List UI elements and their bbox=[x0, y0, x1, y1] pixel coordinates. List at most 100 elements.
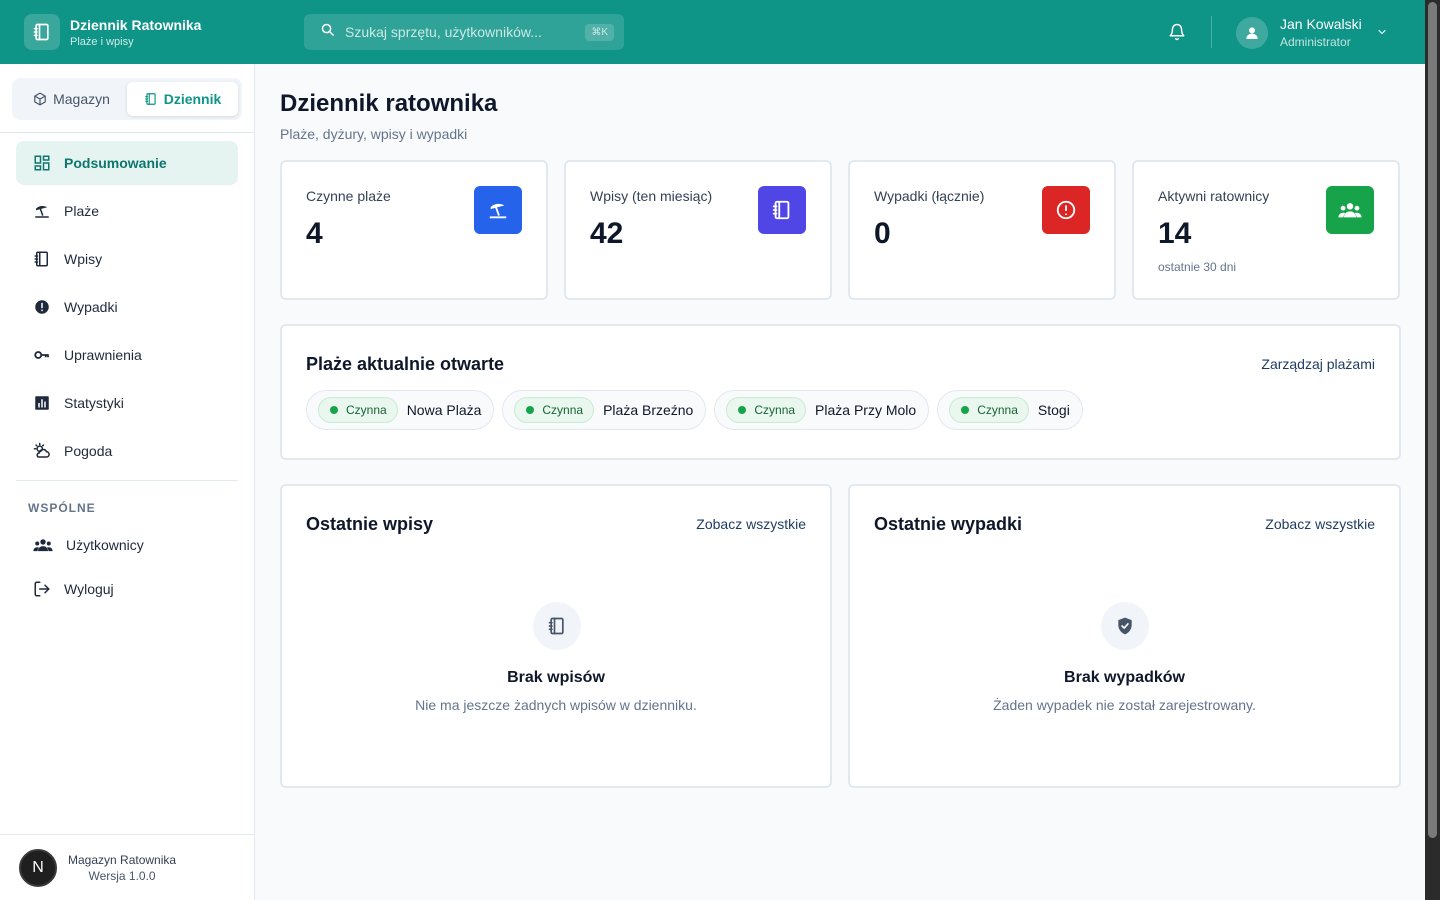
empty-text: Żaden wypadek nie został zarejestrowany. bbox=[993, 697, 1256, 713]
status-text: Czynna bbox=[542, 403, 584, 417]
app-subtitle: Plaże i wpisy bbox=[70, 35, 134, 48]
alert-circle-icon bbox=[35, 300, 49, 314]
user-menu[interactable]: Jan Kowalski Administrator bbox=[1236, 15, 1388, 50]
brand[interactable]: Dziennik Ratownika Plaże i wpisy bbox=[24, 14, 201, 50]
main-nav: Podsumowanie Plaże Wpisy Wypadki Uprawni… bbox=[16, 141, 238, 477]
see-all-entries-link[interactable]: Zobacz wszystkie bbox=[696, 516, 806, 532]
status-dot bbox=[738, 406, 747, 414]
search-icon bbox=[320, 22, 335, 42]
status-text: Czynna bbox=[977, 403, 1018, 417]
sidebar-item-podsumowanie[interactable]: Podsumowanie bbox=[16, 141, 238, 185]
sidebar-item-label: Wypadki bbox=[64, 299, 118, 315]
search-input[interactable] bbox=[345, 24, 586, 40]
status-badge: Czynna bbox=[726, 397, 807, 423]
stat-note: ostatnie 30 dni bbox=[1158, 260, 1237, 274]
beach-chip[interactable]: Czynna Plaża Brzeźno bbox=[502, 390, 707, 430]
stat-value: 0 bbox=[874, 217, 891, 250]
nav-divider bbox=[16, 480, 238, 481]
stat-card-beaches: Czynne plaże 4 bbox=[280, 160, 548, 300]
status-dot bbox=[526, 406, 535, 414]
sidebar-footer: N Magazyn Ratownika Wersja 1.0.0 bbox=[0, 834, 254, 900]
sidebar-item-label: Pogoda bbox=[64, 443, 113, 459]
notebook-icon bbox=[533, 602, 581, 650]
logout-icon bbox=[34, 581, 50, 597]
beach-name: Plaża Brzeźno bbox=[603, 402, 694, 418]
bar-chart-icon bbox=[35, 396, 49, 410]
beach-name: Plaża Przy Molo bbox=[815, 402, 917, 418]
users-icon bbox=[33, 539, 53, 552]
box-icon bbox=[34, 92, 46, 106]
sidebar-item-label: Wyloguj bbox=[64, 581, 114, 597]
status-text: Czynna bbox=[346, 403, 387, 417]
switch-dziennik-label: Dziennik bbox=[163, 91, 222, 107]
notebook-icon bbox=[24, 14, 60, 50]
beach-chip[interactable]: Czynna Stogi bbox=[937, 390, 1083, 430]
key-icon bbox=[34, 351, 49, 359]
sidebar-item-plaze[interactable]: Plaże bbox=[16, 189, 238, 233]
user-name: Jan Kowalski bbox=[1280, 16, 1362, 32]
bell-icon[interactable] bbox=[1166, 21, 1188, 43]
see-all-incidents-link[interactable]: Zobacz wszystkie bbox=[1265, 516, 1375, 532]
scrollbar-thumb[interactable] bbox=[1428, 2, 1437, 838]
stat-value: 42 bbox=[590, 217, 624, 250]
nav-section-label: WSPÓLNE bbox=[28, 501, 96, 515]
footer-version: Wersja 1.0.0 bbox=[88, 868, 156, 883]
empty-title: Brak wypadków bbox=[1064, 669, 1185, 686]
module-switcher: Magazyn Dziennik bbox=[12, 78, 242, 120]
status-dot bbox=[961, 406, 970, 414]
shared-nav: Użytkownicy Wyloguj bbox=[16, 523, 238, 611]
sidebar: Magazyn Dziennik Podsumowanie Plaże Wpis… bbox=[0, 64, 255, 900]
page-subtitle: Plaże, dyżury, wpisy i wypadki bbox=[280, 126, 468, 142]
beach-name: Stogi bbox=[1037, 402, 1070, 418]
beach-umbrella-icon bbox=[35, 205, 49, 218]
sidebar-divider bbox=[0, 132, 254, 133]
app-title: Dziennik Ratownika bbox=[70, 16, 202, 33]
user-role: Administrator bbox=[1280, 35, 1351, 49]
top-bar: Dziennik Ratownika Plaże i wpisy ⌘K Jan … bbox=[0, 0, 1425, 64]
weather-icon bbox=[33, 442, 50, 458]
empty-title: Brak wpisów bbox=[507, 669, 605, 686]
sidebar-item-label: Podsumowanie bbox=[64, 155, 167, 171]
header-divider bbox=[1211, 16, 1212, 48]
sidebar-item-statystyki[interactable]: Statystyki bbox=[16, 381, 238, 425]
stat-value: 14 bbox=[1158, 217, 1192, 250]
notebook-icon bbox=[34, 251, 48, 267]
sidebar-item-label: Plaże bbox=[64, 203, 100, 219]
sidebar-item-wpisy[interactable]: Wpisy bbox=[16, 237, 238, 281]
stat-card-lifeguards: Aktywni ratownicy 14 ostatnie 30 dni bbox=[1132, 160, 1400, 300]
switch-dziennik[interactable]: Dziennik bbox=[127, 82, 238, 116]
manage-beaches-link[interactable]: Zarządzaj plażami bbox=[1261, 356, 1375, 372]
search-shortcut: ⌘K bbox=[585, 23, 614, 41]
switch-magazyn-label: Magazyn bbox=[53, 91, 110, 107]
search-box[interactable]: ⌘K bbox=[304, 14, 624, 50]
sidebar-item-label: Użytkownicy bbox=[66, 537, 144, 553]
avatar bbox=[1236, 16, 1268, 49]
stat-label: Czynne plaże bbox=[306, 188, 391, 204]
status-badge: Czynna bbox=[514, 397, 595, 423]
sidebar-item-uprawnienia[interactable]: Uprawnienia bbox=[16, 333, 238, 377]
scrollbar[interactable] bbox=[1425, 0, 1440, 900]
sidebar-item-wypadki[interactable]: Wypadki bbox=[16, 285, 238, 329]
stat-label: Wpisy (ten miesiąc) bbox=[590, 188, 713, 204]
status-dot bbox=[330, 406, 338, 414]
sidebar-item-label: Statystyki bbox=[64, 395, 124, 411]
notebook-icon bbox=[144, 93, 156, 105]
recent-entries-card: Ostatnie wpisy Zobacz wszystkie Brak wpi… bbox=[280, 484, 832, 788]
chevron-down-icon[interactable] bbox=[1376, 25, 1388, 43]
stat-card-incidents: Wypadki (łącznie) 0 bbox=[848, 160, 1116, 300]
card-title: Plaże aktualnie otwarte bbox=[306, 354, 505, 374]
users-icon bbox=[1326, 186, 1374, 234]
status-text: Czynna bbox=[754, 403, 796, 417]
sidebar-item-pogoda[interactable]: Pogoda bbox=[16, 429, 238, 473]
card-title: Ostatnie wypadki bbox=[874, 514, 1023, 534]
alert-circle-icon bbox=[1042, 186, 1090, 234]
beach-chip[interactable]: Czynna Nowa Plaża bbox=[306, 390, 495, 430]
recent-incidents-card: Ostatnie wypadki Zobacz wszystkie Brak w… bbox=[848, 484, 1401, 788]
beach-umbrella-icon bbox=[474, 186, 522, 234]
sidebar-item-uzytkownicy[interactable]: Użytkownicy bbox=[16, 523, 238, 567]
status-badge: Czynna bbox=[318, 397, 398, 423]
open-beaches-card: Plaże aktualnie otwarte Zarządzaj plażam… bbox=[280, 324, 1401, 460]
switch-magazyn[interactable]: Magazyn bbox=[16, 82, 127, 116]
beach-chip[interactable]: Czynna Plaża Przy Molo bbox=[714, 390, 930, 430]
sidebar-item-wyloguj[interactable]: Wyloguj bbox=[16, 567, 238, 611]
